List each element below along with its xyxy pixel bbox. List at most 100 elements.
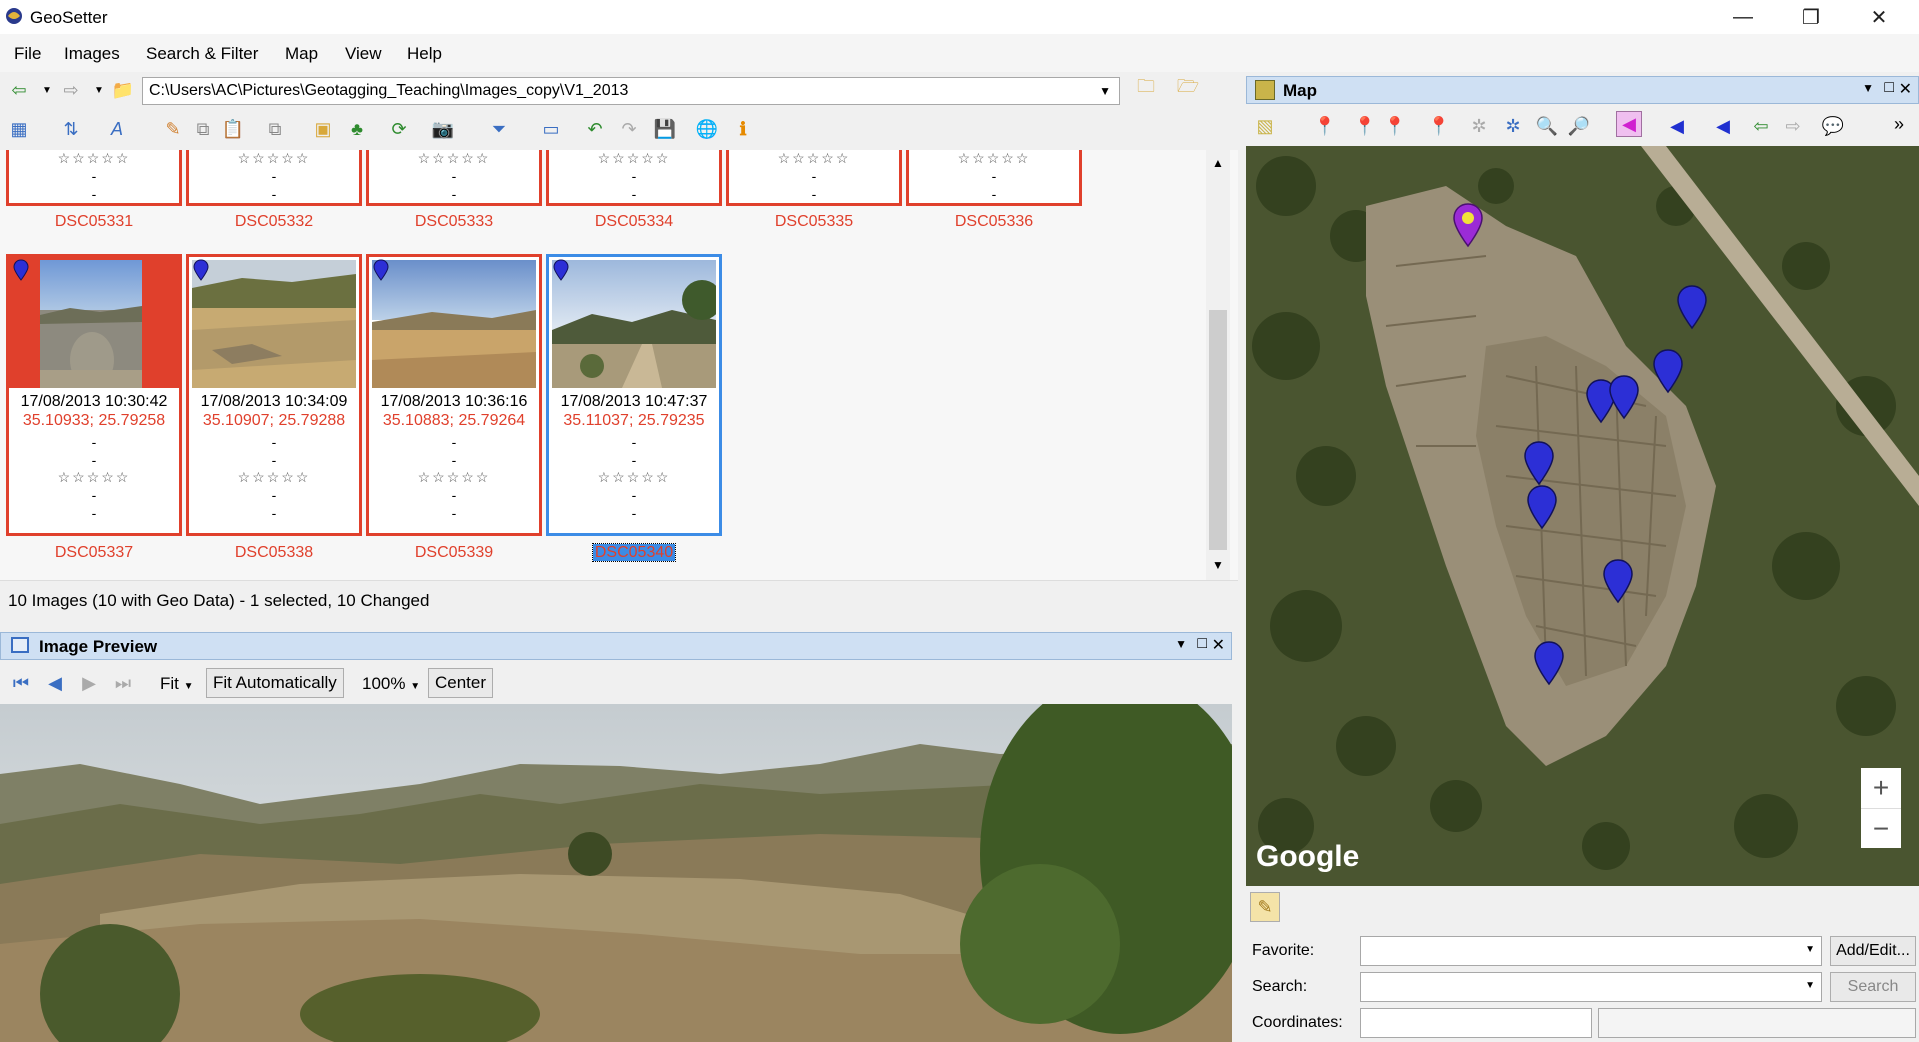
view-mode-icon[interactable]: ▦ — [6, 116, 32, 142]
scrollbar-thumb[interactable] — [1209, 310, 1227, 550]
chevron-down-icon[interactable]: ▼ — [1099, 84, 1111, 98]
menu-help[interactable]: Help — [407, 44, 442, 64]
sort-icon[interactable]: ⇅ — [58, 116, 84, 142]
zoom-dropdown[interactable]: 100% ▼ — [362, 674, 420, 694]
font-icon[interactable]: A — [104, 116, 130, 142]
thumbnail-name[interactable]: DSC05334 — [546, 213, 722, 231]
fit-dropdown[interactable]: Fit ▼ — [160, 674, 194, 694]
markers-all-icon[interactable]: ✲ — [1500, 113, 1526, 139]
red-marker-icon[interactable]: 📍 — [1352, 113, 1378, 139]
marker-options-icon[interactable]: 📍 — [1382, 113, 1408, 139]
thumbnail-card[interactable]: ☆☆☆☆☆ - - — [546, 150, 722, 206]
zoom-in-button[interactable]: + — [1861, 768, 1901, 808]
thumbnail-card[interactable]: ☆☆☆☆☆ - - — [906, 150, 1082, 206]
zoom-search-icon[interactable]: 🔎 — [1566, 113, 1592, 139]
image-icon[interactable]: ▣ — [310, 116, 336, 142]
zoom-out-button[interactable]: − — [1861, 808, 1901, 848]
map-view[interactable]: Google + − — [1246, 146, 1919, 886]
panel-menu-icon[interactable]: ▼ — [1862, 81, 1874, 95]
next-image-icon[interactable]: ▶ — [76, 670, 102, 696]
folder-up-icon[interactable]: 📁 — [110, 77, 136, 103]
back-dropdown-icon[interactable]: ▼ — [34, 77, 60, 103]
send-marker-icon[interactable]: ◀ — [1710, 113, 1736, 139]
route-marker-icon[interactable]: 📍 — [1426, 113, 1452, 139]
panel-menu-icon[interactable]: ▼ — [1175, 637, 1187, 651]
minimize-button[interactable]: — — [1709, 0, 1777, 34]
thumbnail-card[interactable]: ☆☆☆☆☆ - - — [6, 150, 182, 206]
thumbnail-name[interactable]: DSC05338 — [186, 544, 362, 562]
thumbnail-card[interactable]: ☆☆☆☆☆ - - — [186, 150, 362, 206]
thumbnail-card-selected[interactable]: 17/08/2013 10:47:37 35.11037; 25.79235 -… — [546, 254, 722, 536]
map-type-icon[interactable]: ▧ — [1252, 113, 1278, 139]
center-button[interactable]: Center — [428, 668, 494, 698]
undo-icon[interactable]: ↶ — [582, 116, 608, 142]
thumbnail-name[interactable]: DSC05333 — [366, 213, 542, 231]
redo-icon[interactable]: ↷ — [616, 116, 642, 142]
arrow-right-icon[interactable]: ⇨ — [1780, 113, 1806, 139]
thumbnail-scrollbar[interactable]: ▲ ▼ — [1206, 150, 1230, 580]
favorite-select[interactable]: ▼ — [1360, 936, 1822, 966]
add-edit-button[interactable]: Add/Edit... — [1830, 936, 1916, 966]
forward-icon[interactable]: ⇨ — [58, 77, 84, 103]
arrow-left-icon[interactable]: ⇦ — [1748, 113, 1774, 139]
copy-icon[interactable]: ⧉ — [190, 116, 216, 142]
paste-special-icon[interactable]: ⧉ — [262, 116, 288, 142]
previous-image-icon[interactable]: ◀ — [42, 670, 68, 696]
comment-icon[interactable]: 💬 — [1820, 113, 1846, 139]
track-icon[interactable]: ♣ — [344, 116, 370, 142]
restore-button[interactable]: ❐ — [1777, 0, 1845, 34]
menu-map[interactable]: Map — [285, 44, 318, 64]
menu-images[interactable]: Images — [64, 44, 120, 64]
paste-icon[interactable]: 📋 — [220, 116, 246, 142]
folder-path-input[interactable]: C:\Users\AC\Pictures\Geotagging_Teaching… — [142, 77, 1120, 105]
last-image-icon[interactable]: ⏭ — [110, 670, 136, 696]
close-panel-icon[interactable]: ✕ — [1899, 79, 1912, 99]
fit-automatically-button[interactable]: Fit Automatically — [206, 668, 344, 698]
placeholder-dash: - — [271, 186, 277, 202]
globe-icon[interactable]: 🌐 — [694, 116, 720, 142]
rename-icon[interactable]: ▭ — [538, 116, 564, 142]
thumbnail-card[interactable]: ☆☆☆☆☆ - - — [366, 150, 542, 206]
close-panel-icon[interactable]: ✕ — [1212, 635, 1225, 655]
first-image-icon[interactable]: ⏮ — [8, 670, 34, 696]
thumbnail-card[interactable]: 17/08/2013 10:30:42 35.10933; 25.79258 -… — [6, 254, 182, 536]
filter-icon[interactable]: ⏷ — [486, 116, 512, 142]
cluster-icon[interactable]: ✲ — [1466, 113, 1492, 139]
previous-marker-icon[interactable]: ◀ — [1664, 113, 1690, 139]
thumbnail-name-selected[interactable]: DSC05340 — [546, 543, 722, 562]
more-tools-icon[interactable]: » — [1886, 111, 1912, 137]
thumbnail-name[interactable]: DSC05335 — [726, 213, 902, 231]
maximize-panel-icon[interactable]: □ — [1884, 79, 1894, 97]
back-icon[interactable]: ⇦ — [6, 77, 32, 103]
forward-dropdown-icon[interactable]: ▼ — [86, 77, 112, 103]
coordinates-input[interactable] — [1360, 1008, 1592, 1038]
camera-icon[interactable]: 📷 — [430, 116, 456, 142]
zoom-markers-icon[interactable]: 🔍 — [1534, 113, 1560, 139]
scroll-up-icon[interactable]: ▲ — [1212, 156, 1224, 170]
close-button[interactable]: ✕ — [1845, 0, 1913, 34]
menu-search-filter[interactable]: Search & Filter — [146, 44, 258, 64]
search-button[interactable]: Search — [1830, 972, 1916, 1002]
maximize-panel-icon[interactable]: □ — [1197, 635, 1207, 653]
thumbnail-card[interactable]: 17/08/2013 10:36:16 35.10883; 25.79264 -… — [366, 254, 542, 536]
thumbnail-card[interactable]: ☆☆☆☆☆ - - — [726, 150, 902, 206]
thumbnail-name[interactable]: DSC05331 — [6, 213, 182, 231]
edit-data-icon[interactable]: ✎ — [160, 116, 186, 142]
thumbnail-card[interactable]: 17/08/2013 10:34:09 35.10907; 25.79288 -… — [186, 254, 362, 536]
thumbnail-name[interactable]: DSC05332 — [186, 213, 362, 231]
set-position-pin-icon[interactable]: 📍 — [1312, 113, 1338, 139]
save-icon[interactable]: 💾 — [652, 116, 678, 142]
browse-folder-icon[interactable]: 🗀 — [1133, 76, 1159, 102]
menu-file[interactable]: File — [14, 44, 41, 64]
scroll-down-icon[interactable]: ▼ — [1212, 558, 1224, 572]
thumbnail-name[interactable]: DSC05339 — [366, 544, 542, 562]
pencil-icon[interactable]: ✎ — [1250, 892, 1280, 922]
menu-view[interactable]: View — [345, 44, 382, 64]
info-icon[interactable]: ℹ — [730, 116, 756, 142]
refresh-icon[interactable]: ⟳ — [386, 116, 412, 142]
track-back-icon[interactable]: ◀ — [1616, 111, 1642, 137]
thumbnail-name[interactable]: DSC05336 — [906, 213, 1082, 231]
search-input[interactable]: ▼ — [1360, 972, 1822, 1002]
thumbnail-name[interactable]: DSC05337 — [6, 544, 182, 562]
favorite-folder-icon[interactable]: 🗁 — [1175, 76, 1201, 102]
